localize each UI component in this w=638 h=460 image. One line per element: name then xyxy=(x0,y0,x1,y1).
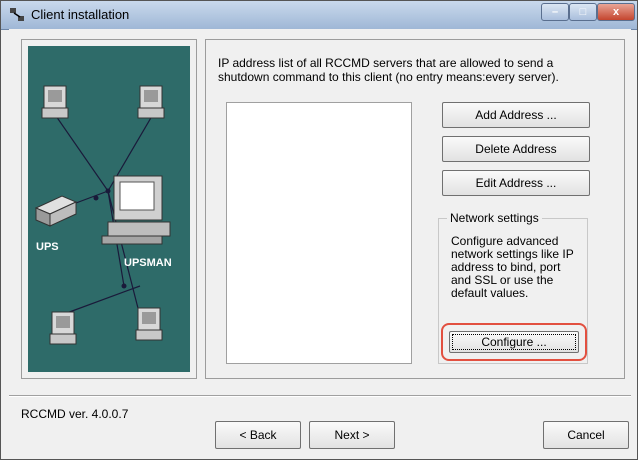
dialog-body: UPS UPSMAN IP address list of all RCCMD … xyxy=(9,29,631,453)
footer-divider xyxy=(9,395,631,397)
network-illustration: UPS UPSMAN xyxy=(28,46,190,372)
computer-icon xyxy=(135,307,163,341)
configure-highlight: Configure ... xyxy=(441,323,587,361)
configure-button[interactable]: Configure ... xyxy=(449,331,579,353)
address-group: IP address list of all RCCMD servers tha… xyxy=(205,39,625,379)
ups-label: UPS xyxy=(36,241,59,253)
ups-icon xyxy=(34,195,78,227)
cancel-button[interactable]: Cancel xyxy=(543,421,629,449)
description-text: IP address list of all RCCMD servers tha… xyxy=(218,56,559,84)
upsman-computer-icon xyxy=(101,175,171,245)
maximize-button[interactable]: □ xyxy=(569,3,597,21)
version-label: RCCMD ver. 4.0.0.7 xyxy=(21,407,129,421)
next-button[interactable]: Next > xyxy=(309,421,395,449)
client-installation-window: Client installation – □ x UPS UPSMAN IP … xyxy=(0,0,638,460)
illustration-frame: UPS UPSMAN xyxy=(21,39,197,379)
network-settings-text: Configure advanced network settings like… xyxy=(451,234,574,300)
network-diagram: UPS UPSMAN xyxy=(34,85,172,345)
close-button[interactable]: x xyxy=(597,3,635,21)
minimize-button[interactable]: – xyxy=(541,3,569,21)
window-title: Client installation xyxy=(31,7,130,22)
network-settings-group: Network settings Configure advanced netw… xyxy=(438,211,588,364)
edit-address-button[interactable]: Edit Address ... xyxy=(442,170,590,196)
upsman-label: UPSMAN xyxy=(124,257,172,269)
delete-address-button[interactable]: Delete Address xyxy=(442,136,590,162)
network-settings-legend: Network settings xyxy=(447,211,542,225)
title-bar[interactable]: Client installation – □ x xyxy=(1,1,637,30)
computer-icon xyxy=(49,311,77,345)
computer-icon xyxy=(137,85,165,119)
back-button[interactable]: < Back xyxy=(215,421,301,449)
computer-icon xyxy=(41,85,69,119)
ip-address-list[interactable] xyxy=(226,102,412,364)
app-icon xyxy=(10,8,24,21)
add-address-button[interactable]: Add Address ... xyxy=(442,102,590,128)
